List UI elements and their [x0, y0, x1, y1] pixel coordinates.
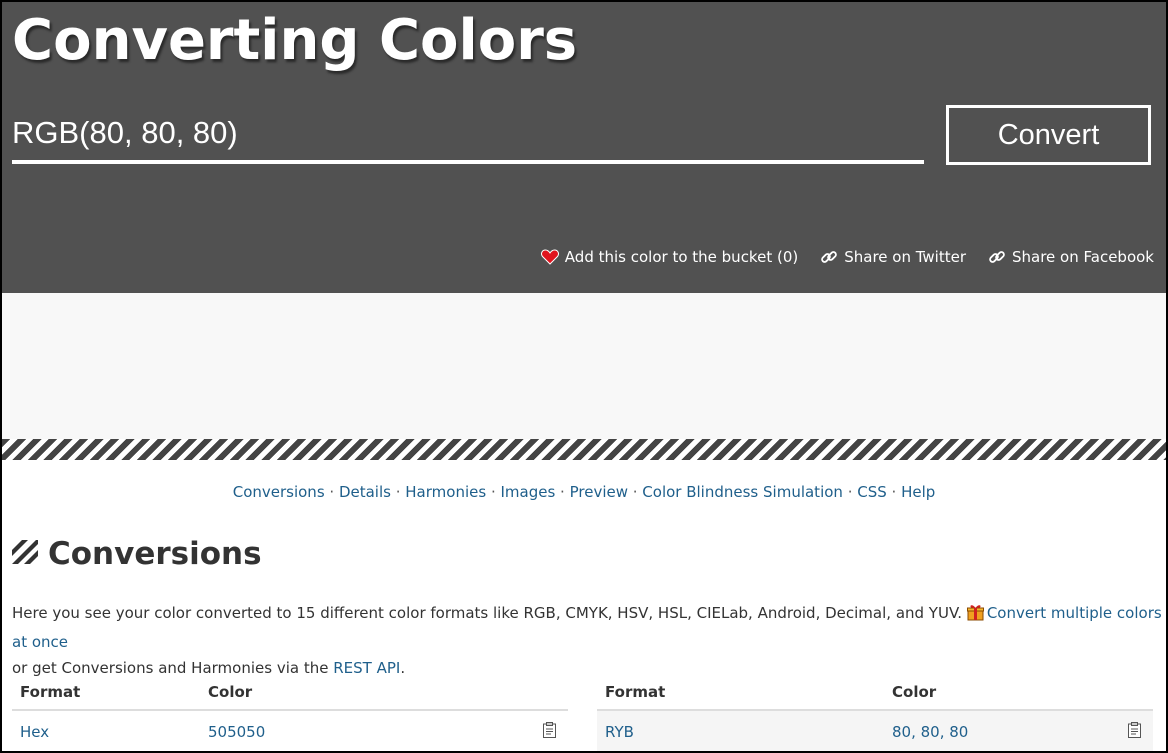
format-link[interactable]: Hex: [20, 723, 49, 741]
nav-images[interactable]: Images: [500, 483, 555, 501]
share-facebook-label: Share on Facebook: [1012, 248, 1154, 266]
column-header-color: Color: [884, 674, 1113, 711]
clipboard-icon[interactable]: [543, 721, 556, 742]
conversions-table-left: Format Color Hex 505050: [12, 674, 568, 751]
nav-separator: ·: [324, 483, 339, 501]
copy-cell[interactable]: [1113, 710, 1153, 751]
nav-separator: ·: [486, 483, 501, 501]
nav-separator: ·: [627, 483, 643, 501]
format-cell[interactable]: RYB: [597, 710, 884, 751]
nav-details[interactable]: Details: [339, 483, 391, 501]
clipboard-icon[interactable]: [1128, 721, 1141, 742]
link-icon: [988, 248, 1006, 266]
share-twitter-link[interactable]: Share on Twitter: [820, 248, 966, 266]
header-actions: Add this color to the bucket (0) Share o…: [540, 248, 1154, 266]
nav-help[interactable]: Help: [901, 483, 935, 501]
share-twitter-label: Share on Twitter: [844, 248, 966, 266]
stripe-divider: [2, 439, 1166, 460]
column-header-format: Format: [597, 674, 884, 711]
color-cell[interactable]: 505050: [200, 710, 528, 751]
link-icon: [820, 248, 838, 266]
copy-cell[interactable]: [528, 710, 568, 751]
format-cell[interactable]: Hex: [12, 710, 200, 751]
page-frame: Converting Colors Convert Add this color…: [0, 0, 1168, 753]
nav-conversions[interactable]: Conversions: [233, 483, 325, 501]
section-heading: Conversions: [12, 536, 262, 572]
color-input[interactable]: [12, 106, 924, 164]
section-title: Conversions: [48, 536, 262, 572]
column-header-copy: [1113, 674, 1153, 711]
nav-harmonies[interactable]: Harmonies: [405, 483, 486, 501]
add-to-bucket-label: Add this color to the bucket (0): [564, 248, 799, 266]
nav-css[interactable]: CSS: [857, 483, 887, 501]
heart-icon: [540, 249, 559, 265]
ad-area: [2, 293, 1166, 439]
nav-preview[interactable]: Preview: [570, 483, 628, 501]
convert-button[interactable]: Convert: [946, 105, 1151, 165]
nav-separator: ·: [555, 483, 570, 501]
nav-color-blindness[interactable]: Color Blindness Simulation: [642, 483, 843, 501]
color-value-link[interactable]: 505050: [208, 723, 265, 741]
intro-paragraph: Here you see your color converted to 15 …: [12, 600, 1162, 681]
table-row: Hex 505050: [12, 710, 568, 751]
column-header-color: Color: [200, 674, 528, 711]
nav-separator: ·: [842, 483, 858, 501]
column-header-format: Format: [12, 674, 200, 711]
stripes-icon: [12, 540, 38, 568]
color-cell[interactable]: 80, 80, 80: [884, 710, 1113, 751]
table-row: RYB 80, 80, 80: [597, 710, 1153, 751]
intro-text: Here you see your color converted to 15 …: [12, 604, 963, 622]
nav-separator: ·: [390, 483, 406, 501]
conversions-table-right: Format Color RYB 80, 80, 80: [597, 674, 1153, 751]
column-header-copy: [528, 674, 568, 711]
add-to-bucket-link[interactable]: Add this color to the bucket (0): [540, 248, 799, 266]
page-title: Converting Colors: [12, 8, 578, 73]
header: Converting Colors Convert Add this color…: [2, 2, 1166, 293]
share-facebook-link[interactable]: Share on Facebook: [988, 248, 1154, 266]
section-nav: Conversions · Details · Harmonies · Imag…: [2, 483, 1166, 501]
format-link[interactable]: RYB: [605, 723, 634, 741]
color-value-link[interactable]: 80, 80, 80: [892, 723, 968, 741]
gift-icon: [966, 603, 984, 629]
nav-separator: ·: [886, 483, 902, 501]
